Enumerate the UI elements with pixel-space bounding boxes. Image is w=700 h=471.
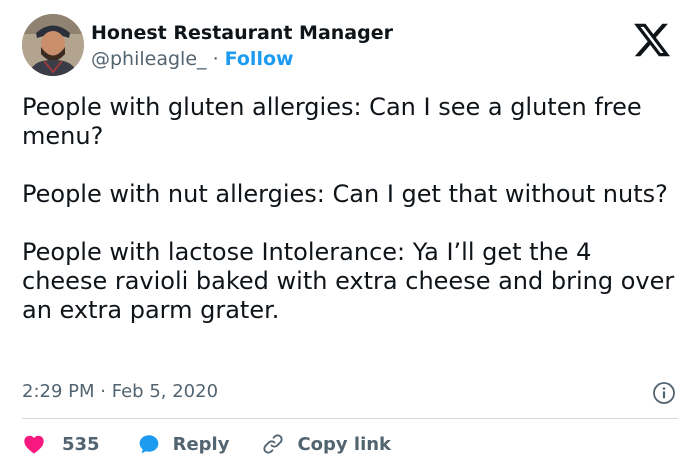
info-icon[interactable] [652,381,676,405]
reply-button[interactable]: Reply [137,432,230,456]
handle-separator: · [212,48,219,70]
x-logo-icon[interactable] [632,20,672,60]
tweet-timestamp[interactable]: 2:29 PM · Feb 5, 2020 [22,381,218,402]
tweet-text: People with gluten allergies: Can I see … [22,93,678,325]
copy-link-button[interactable]: Copy link [261,432,391,456]
tweet-time: 2:29 PM [22,381,95,402]
link-icon [263,434,284,454]
timestamp-separator: · [100,381,106,402]
avatar[interactable] [22,14,84,76]
tweet-date: Feb 5, 2020 [111,381,219,402]
avatar-image [22,14,84,76]
tweet-paragraph-lactose: People with lactose Intolerance: Ya I’ll… [22,238,675,324]
tweet-paragraph-nuts: People with nut allergies: Can I get tha… [22,180,668,208]
like-button[interactable]: 535 [22,432,100,456]
author-meta: @phileagle_ · Follow [91,48,294,70]
author-name[interactable]: Honest Restaurant Manager [91,22,393,44]
divider [22,418,678,419]
copy-link-label: Copy link [297,433,392,455]
heart-icon [24,435,44,454]
reply-bubble-icon [139,435,158,454]
reply-label: Reply [172,433,230,455]
author-handle[interactable]: @phileagle_ [91,48,207,70]
action-bar: 535 Reply Copy link [22,431,391,457]
follow-button[interactable]: Follow [225,48,294,70]
like-count: 535 [62,433,100,455]
tweet-paragraph-gluten: People with gluten allergies: Can I see … [22,93,642,150]
